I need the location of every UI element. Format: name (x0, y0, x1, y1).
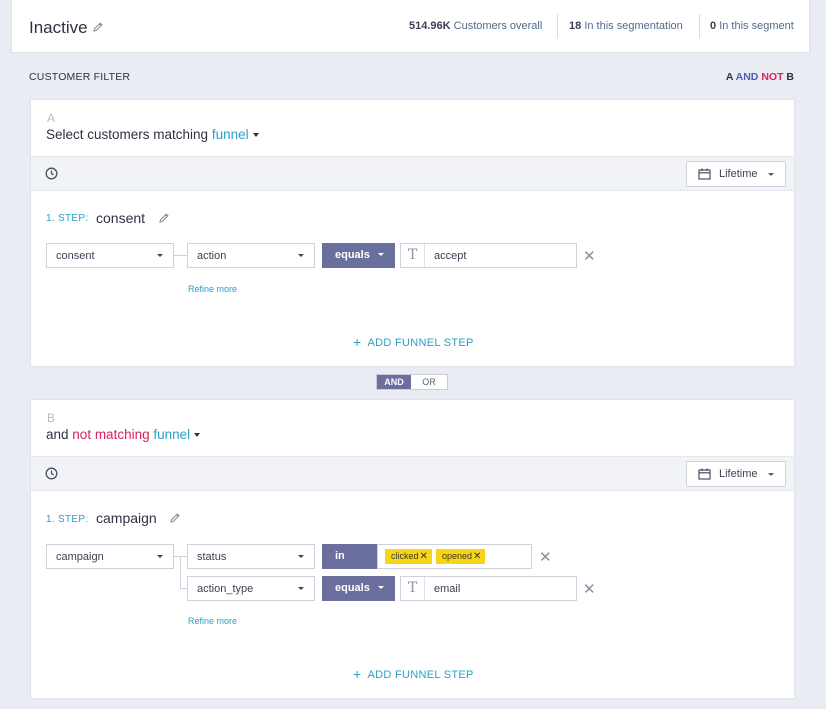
connector-line (180, 588, 187, 589)
segment-name[interactable]: Inactive (29, 18, 88, 38)
filter-expression: A AND NOT B (725, 71, 794, 83)
remove-condition-button[interactable]: ✕ (583, 249, 596, 264)
negation-toggle[interactable]: not matching (72, 427, 149, 442)
value-input[interactable]: T accept (400, 243, 577, 268)
edit-pencil-icon[interactable] (169, 512, 181, 524)
funnel-type-dropdown[interactable]: funnel (212, 127, 249, 142)
time-range-dropdown[interactable]: Lifetime (686, 161, 786, 187)
funnel-type-dropdown[interactable]: funnel (153, 427, 190, 442)
divider (699, 14, 700, 38)
card-title: Select customers matching funnel (46, 127, 259, 142)
or-option[interactable]: OR (411, 375, 447, 389)
step-label: 1. STEP: (46, 213, 89, 224)
chevron-down-icon (768, 473, 774, 476)
remove-condition-button[interactable]: ✕ (539, 550, 552, 565)
and-option[interactable]: AND (377, 375, 411, 389)
operator-select[interactable]: equals (322, 576, 395, 601)
connector-line (180, 556, 181, 589)
chevron-down-icon (378, 586, 384, 589)
chevron-down-icon (298, 587, 304, 590)
event-select[interactable]: campaign (46, 544, 174, 569)
value-input[interactable]: T email (400, 576, 577, 601)
property-select[interactable]: action (187, 243, 315, 268)
property-select[interactable]: action_type (187, 576, 315, 601)
card-letter: B (47, 411, 56, 425)
remove-tag-icon[interactable]: ✕ (420, 551, 428, 562)
calendar-icon (698, 168, 711, 180)
chevron-down-icon[interactable] (252, 133, 259, 138)
step-name[interactable]: consent (96, 210, 145, 226)
connector-line (174, 255, 187, 256)
value-tag: clicked✕ (385, 549, 432, 564)
card-title: and not matching funnel (46, 427, 201, 442)
event-select[interactable]: consent (46, 243, 174, 268)
segment-header: Inactive 514.96K Customers overall 18 In… (11, 0, 810, 53)
plus-icon: + (353, 334, 362, 350)
value-tag: opened✕ (436, 549, 486, 564)
plus-icon: + (353, 666, 362, 682)
chevron-down-icon (298, 555, 304, 558)
stat-in-segmentation: 18 In this segmentation (569, 20, 683, 32)
clock-icon[interactable] (45, 167, 58, 180)
property-select[interactable]: status (187, 544, 315, 569)
tag-input[interactable]: clicked✕ opened✕ (377, 544, 532, 569)
refine-more-link[interactable]: Refine more (188, 284, 237, 294)
chevron-down-icon (768, 173, 774, 176)
and-or-toggle: AND OR (376, 374, 448, 390)
edit-pencil-icon[interactable] (158, 212, 170, 224)
clock-icon[interactable] (45, 467, 58, 480)
step-label: 1. STEP: (46, 514, 89, 525)
remove-tag-icon[interactable]: ✕ (473, 551, 481, 562)
add-funnel-step-button[interactable]: + ADD FUNNEL STEP (353, 666, 474, 682)
step-name[interactable]: campaign (96, 510, 157, 526)
filter-card-b: B and not matching funnel Lifetime 1. ST… (30, 399, 795, 699)
time-range-dropdown[interactable]: Lifetime (686, 461, 786, 487)
text-type-icon: T (401, 244, 425, 267)
add-funnel-step-button[interactable]: + ADD FUNNEL STEP (353, 334, 474, 350)
chevron-down-icon (298, 254, 304, 257)
stat-in-segment: 0 In this segment (710, 20, 794, 32)
time-filter-bar: Lifetime (31, 156, 794, 191)
time-filter-bar: Lifetime (31, 456, 794, 491)
text-type-icon: T (401, 577, 425, 600)
chevron-down-icon (378, 253, 384, 256)
calendar-icon (698, 468, 711, 480)
stat-customers-overall: 514.96K Customers overall (409, 20, 543, 32)
operator-select[interactable]: equals (322, 243, 395, 268)
chevron-down-icon (157, 555, 163, 558)
divider (557, 14, 558, 38)
chevron-down-icon (157, 254, 163, 257)
filter-card-a: A Select customers matching funnel Lifet… (30, 99, 795, 367)
customer-filter-heading: CUSTOMER FILTER (29, 71, 131, 83)
card-letter: A (47, 111, 56, 125)
remove-condition-button[interactable]: ✕ (583, 582, 596, 597)
refine-more-link[interactable]: Refine more (188, 616, 237, 626)
edit-pencil-icon[interactable] (92, 21, 104, 33)
chevron-down-icon[interactable] (194, 433, 201, 438)
